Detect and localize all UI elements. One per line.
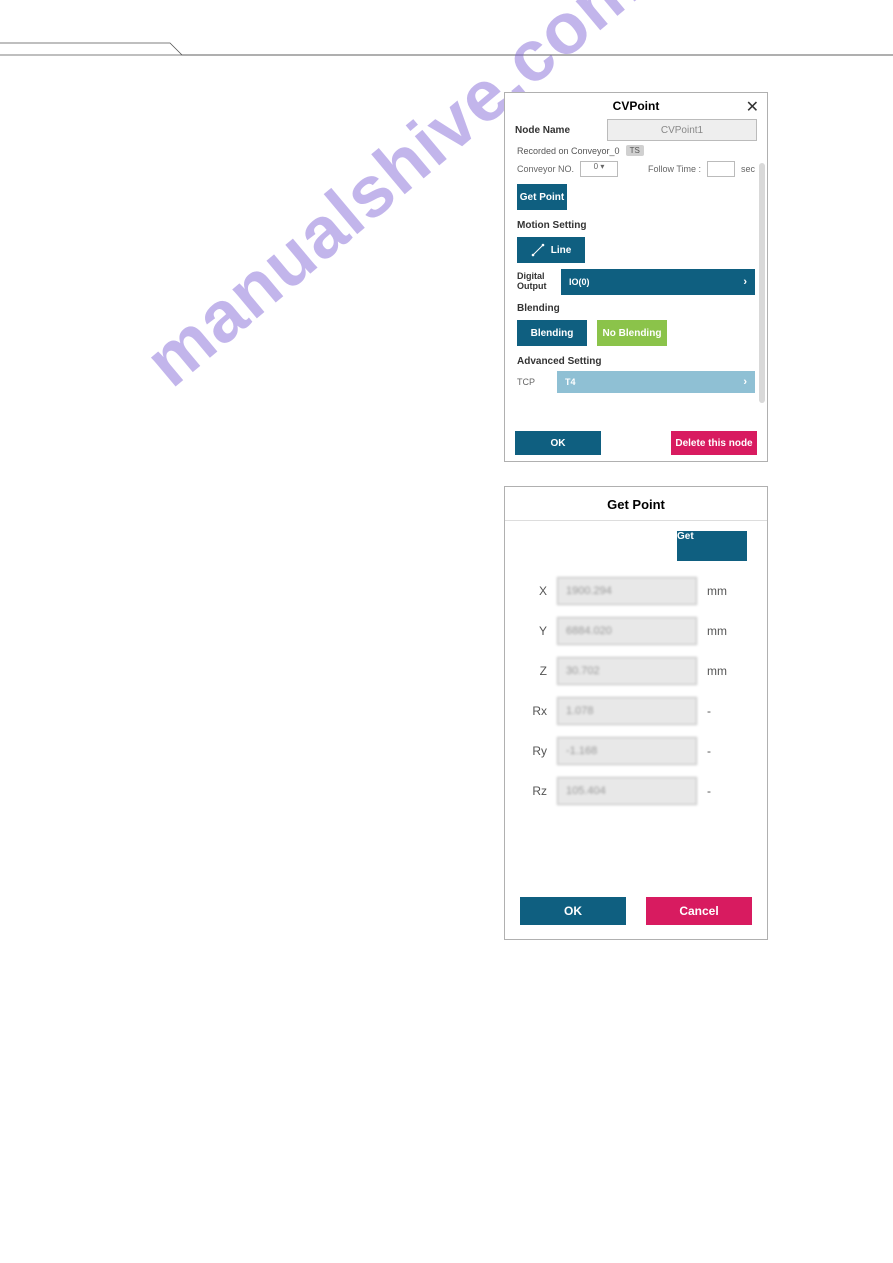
get-button[interactable]: Get	[677, 531, 747, 561]
get-point-panel: Get Point Get XmmYmmZmmRx-Ry-Rz- OK Canc…	[504, 486, 768, 940]
axis-input-rx[interactable]	[557, 697, 697, 725]
conveyor-no-select[interactable]: 0 ▾	[580, 161, 618, 177]
axis-label: Ry	[527, 744, 547, 758]
blending-header: Blending	[505, 297, 767, 316]
follow-time-label: Follow Time :	[648, 164, 701, 174]
axis-label: X	[527, 584, 547, 598]
digital-output-bar[interactable]: IO(0) ›	[561, 269, 755, 295]
tcp-bar[interactable]: T4 ›	[557, 371, 755, 393]
node-name-input[interactable]	[607, 119, 757, 141]
recorded-text: Recorded on Conveyor_0	[517, 146, 620, 156]
digital-output-label: Digital Output	[517, 272, 553, 292]
get-point-button[interactable]: Get Point	[517, 184, 567, 210]
axis-label: Rx	[527, 704, 547, 718]
coord-row: Rx -	[505, 691, 767, 731]
coord-row: Ry -	[505, 731, 767, 771]
axis-input-y[interactable]	[557, 617, 697, 645]
axis-input-z[interactable]	[557, 657, 697, 685]
axis-label: Y	[527, 624, 547, 638]
digital-output-value: IO(0)	[569, 277, 590, 287]
axis-unit: mm	[707, 664, 737, 678]
cvpoint-panel: CVPoint ✕ Node Name Recorded on Conveyor…	[504, 92, 768, 462]
axis-input-ry[interactable]	[557, 737, 697, 765]
motion-setting-header: Motion Setting	[505, 214, 767, 233]
axis-unit: mm	[707, 624, 737, 638]
axis-input-rz[interactable]	[557, 777, 697, 805]
conveyor-no-label: Conveyor NO.	[517, 164, 574, 174]
tcp-label: TCP	[517, 377, 547, 387]
gp-ok-button[interactable]: OK	[520, 897, 626, 925]
blending-button[interactable]: Blending	[517, 320, 587, 346]
coord-row: Ymm	[505, 611, 767, 651]
coord-row: Zmm	[505, 651, 767, 691]
axis-unit: mm	[707, 584, 737, 598]
get-point-title: Get Point	[505, 487, 767, 521]
scrollbar[interactable]	[759, 163, 765, 403]
axis-label: Rz	[527, 784, 547, 798]
coord-row: Rz -	[505, 771, 767, 811]
coord-row: Xmm	[505, 571, 767, 611]
cvpoint-title: CVPoint	[505, 93, 767, 117]
header-decoration	[0, 42, 893, 56]
axis-input-x[interactable]	[557, 577, 697, 605]
ok-button[interactable]: OK	[515, 431, 601, 455]
axis-unit: -	[707, 704, 737, 718]
no-blending-button[interactable]: No Blending	[597, 320, 667, 346]
chevron-right-icon: ›	[743, 276, 747, 288]
line-icon	[531, 243, 545, 257]
ts-badge: TS	[626, 145, 644, 156]
axis-unit: -	[707, 744, 737, 758]
delete-node-button[interactable]: Delete this node	[671, 431, 757, 455]
gp-cancel-button[interactable]: Cancel	[646, 897, 752, 925]
chevron-right-icon: ›	[743, 376, 747, 388]
axis-unit: -	[707, 784, 737, 798]
line-label: Line	[551, 245, 572, 256]
axis-label: Z	[527, 664, 547, 678]
motion-line-button[interactable]: Line	[517, 237, 585, 263]
tcp-value: T4	[565, 377, 576, 387]
node-name-label: Node Name	[515, 125, 570, 136]
follow-time-unit: sec	[741, 164, 755, 174]
follow-time-input[interactable]	[707, 161, 735, 177]
advanced-setting-header: Advanced Setting	[505, 350, 767, 369]
close-icon[interactable]: ✕	[746, 97, 759, 117]
